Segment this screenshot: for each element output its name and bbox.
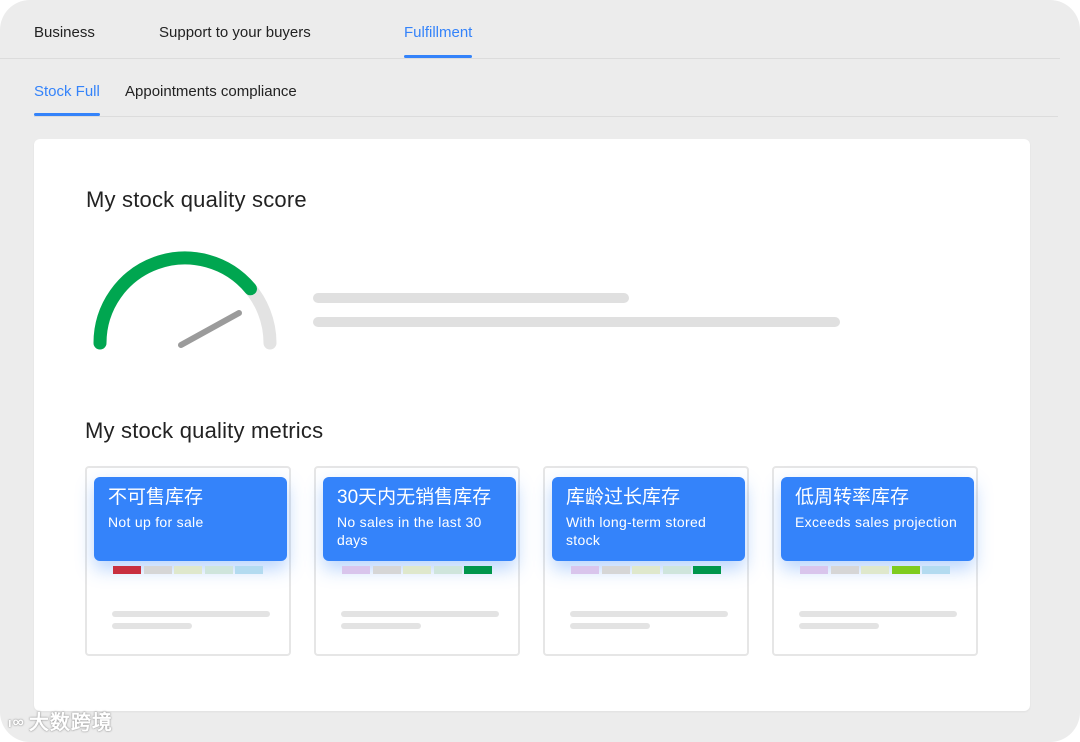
metric-scale-swatch: [571, 566, 599, 574]
metric-card-title: 库龄过长库存: [566, 487, 681, 508]
top-tab-bar: Business Support to your buyers Fulfillm…: [0, 0, 1060, 59]
metric-scale-swatch: [342, 566, 370, 574]
metric-placeholder-line: [799, 611, 957, 617]
metric-scale-swatch: [830, 566, 859, 574]
stock-quality-card: My stock quality score My stock quality …: [34, 139, 1030, 711]
metric-card-not-for-sale[interactable]: 不可售库存 Not up for sale: [85, 466, 291, 656]
metric-placeholder-line: [570, 623, 650, 629]
tab-fulfillment[interactable]: Fulfillment: [404, 24, 473, 58]
metric-card-no-sales-30-days[interactable]: 30天内无销售库存 No sales in the last 30 days: [314, 466, 520, 656]
score-placeholder-line: [313, 317, 840, 327]
metric-card-header: 30天内无销售库存 No sales in the last 30 days: [323, 477, 516, 561]
metric-card-header: 不可售库存 Not up for sale: [94, 477, 287, 561]
metric-scale-swatch: [143, 566, 172, 574]
metric-card-low-turnover-stock[interactable]: 低周转率库存 Exceeds sales projection: [772, 466, 978, 656]
score-title: My stock quality score: [86, 187, 307, 212]
metric-placeholder-line: [341, 611, 499, 617]
metric-card-title: 不可售库存: [108, 487, 204, 508]
metric-scale-swatch: [922, 566, 950, 574]
gauge-fill: [93, 251, 257, 350]
metric-scale-swatch: [601, 566, 630, 574]
metric-scale-swatch-active: [693, 566, 721, 574]
metric-placeholder-line: [112, 611, 270, 617]
tab-stock-full[interactable]: Stock Full: [34, 83, 100, 116]
tab-support-to-your-buyers[interactable]: Support to your buyers: [159, 24, 311, 41]
app-frame: Business Support to your buyers Fulfillm…: [0, 0, 1080, 742]
metric-placeholder-line: [112, 623, 192, 629]
metric-card-long-term-stock[interactable]: 库龄过长库存 With long-term stored stock: [543, 466, 749, 656]
metric-placeholder-line: [570, 611, 728, 617]
metric-placeholder-line: [341, 623, 421, 629]
metric-scale-swatch: [403, 566, 431, 574]
gauge-track: [93, 251, 277, 350]
metric-scale-swatch: [662, 566, 691, 574]
metric-card-title: 低周转率库存: [795, 487, 910, 508]
metric-scale-swatch: [433, 566, 462, 574]
metric-scale-swatch: [204, 566, 233, 574]
metric-scale-swatch: [174, 566, 202, 574]
tab-appointments-compliance[interactable]: Appointments compliance: [125, 83, 297, 100]
metric-card-subtitle: Exceeds sales projection: [795, 514, 958, 530]
metric-card-subtitle: Not up for sale: [108, 514, 204, 530]
metric-scale-swatch-active: [891, 566, 920, 574]
metric-placeholder-line: [799, 623, 879, 629]
sub-tab-bar: Stock Full Appointments compliance: [34, 58, 1058, 117]
metric-scale-swatch: [235, 566, 263, 574]
stock-quality-gauge: [93, 251, 277, 350]
metric-scale-swatch: [372, 566, 401, 574]
watermark: ₗ∞ 大数跨境: [8, 706, 113, 738]
metrics-title: My stock quality metrics: [85, 418, 324, 443]
gauge-needle: [178, 310, 242, 348]
tab-business[interactable]: Business: [34, 24, 95, 41]
metric-scale-swatch: [861, 566, 889, 574]
metric-card-subtitle: With long-term stored stock: [566, 514, 707, 548]
metric-scale-swatch: [632, 566, 660, 574]
metric-card-title: 30天内无销售库存: [337, 487, 492, 508]
watermark-text: 大数跨境: [28, 712, 113, 734]
metric-card-header: 低周转率库存 Exceeds sales projection: [781, 477, 974, 561]
watermark-logo-icon: ₗ∞: [8, 714, 25, 731]
metric-scale-swatch: [800, 566, 828, 574]
metric-card-subtitle: No sales in the last 30 days: [337, 514, 482, 548]
metric-scale-swatch-active: [113, 566, 141, 574]
metric-card-header: 库龄过长库存 With long-term stored stock: [552, 477, 745, 561]
metric-scale-swatch-active: [464, 566, 492, 574]
score-placeholder-line: [313, 293, 629, 303]
